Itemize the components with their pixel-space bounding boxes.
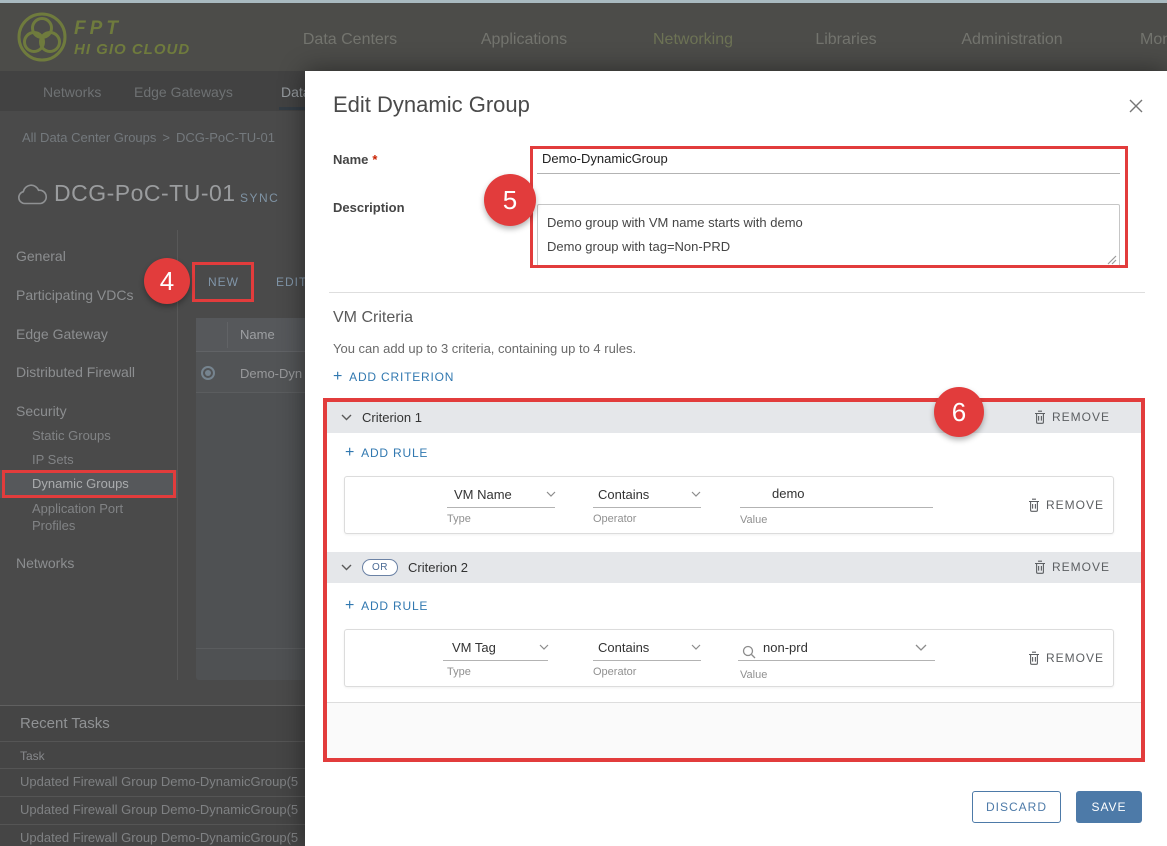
add-criterion-button[interactable]: + ADD CRITERION — [333, 368, 454, 385]
brand-line2: HI GIO CLOUD — [74, 41, 190, 58]
edit-button[interactable]: EDIT — [276, 275, 307, 289]
row-radio-button[interactable] — [201, 366, 215, 380]
sidebar-item-edge-gateway[interactable]: Edge Gateway — [16, 326, 108, 342]
nav-item-applications[interactable]: Applications — [481, 31, 567, 49]
breadcrumb-current: DCG-PoC-TU-01 — [176, 130, 275, 145]
sync-button[interactable]: SYNC — [240, 191, 279, 205]
annotation-circle-6: 6 — [934, 387, 984, 437]
nav-item-networking[interactable]: Networking — [653, 31, 733, 49]
annotation-box-criteria — [323, 398, 1145, 762]
vm-criteria-subtitle: You can add up to 3 criteria, containing… — [333, 341, 637, 356]
breadcrumb: All Data Center Groups > DCG-PoC-TU-01 — [22, 130, 281, 145]
name-field-label: Name * — [333, 152, 378, 167]
required-marker: * — [372, 152, 378, 167]
save-button[interactable]: SAVE — [1076, 791, 1142, 823]
annotation-circle-5: 5 — [484, 174, 536, 226]
table-column-divider — [227, 322, 228, 348]
sidebar-item-general[interactable]: General — [16, 248, 66, 264]
brand-line1: FPT — [74, 18, 122, 39]
discard-button[interactable]: DISCARD — [972, 791, 1061, 823]
sidebar-item-static-groups[interactable]: Static Groups — [32, 428, 111, 443]
sidebar-item-networks[interactable]: Networks — [16, 555, 74, 571]
sidebar-item-ip-sets[interactable]: IP Sets — [32, 452, 74, 467]
close-icon[interactable] — [1126, 96, 1146, 116]
tasks-column-header: Task — [20, 749, 45, 763]
section-divider — [329, 292, 1145, 293]
modal-title: Edit Dynamic Group — [333, 92, 530, 117]
tab-edge-gateways[interactable]: Edge Gateways — [134, 84, 233, 100]
annotation-box-name-description — [530, 146, 1128, 268]
description-field-label: Description — [333, 200, 405, 215]
breadcrumb-root-link[interactable]: All Data Center Groups — [22, 130, 156, 145]
sidebar-item-application-port-profiles[interactable]: Application Port Profiles — [32, 500, 164, 534]
nav-item-administration[interactable]: Administration — [961, 31, 1062, 49]
nav-item-libraries[interactable]: Libraries — [815, 31, 876, 49]
plus-icon: + — [333, 368, 344, 385]
sidebar-item-security[interactable]: Security — [16, 403, 67, 419]
column-header-name: Name — [240, 327, 275, 342]
annotation-box-new — [192, 262, 254, 302]
fpt-hi-gio-cloud-logo: FPT HI GIO CLOUD — [14, 10, 224, 64]
radio-dot-icon — [205, 370, 211, 376]
annotation-box-dynamic-groups — [2, 470, 176, 498]
annotation-circle-4: 4 — [144, 258, 190, 304]
nav-item-monitor[interactable]: Monitor — [1140, 31, 1167, 49]
app-window: FPT HI GIO CLOUD Data Centers Applicatio… — [0, 0, 1167, 846]
page-title: DCG-PoC-TU-01 — [54, 180, 236, 206]
task-row: Updated Firewall Group Demo-DynamicGroup… — [20, 774, 299, 789]
vm-criteria-title: VM Criteria — [333, 309, 414, 326]
task-row: Updated Firewall Group Demo-DynamicGroup… — [20, 830, 299, 845]
breadcrumb-separator: > — [162, 130, 170, 145]
nav-item-data-centers[interactable]: Data Centers — [303, 31, 397, 49]
recent-tasks-title: Recent Tasks — [20, 715, 110, 732]
cloud-group-icon — [16, 184, 48, 206]
task-row: Updated Firewall Group Demo-DynamicGroup… — [20, 802, 299, 817]
sidebar-item-participating-vdcs[interactable]: Participating VDCs — [16, 287, 134, 303]
row-name-cell: Demo-Dyn — [240, 366, 303, 381]
sidebar-item-distributed-firewall[interactable]: Distributed Firewall — [16, 364, 135, 380]
tab-networks[interactable]: Networks — [43, 84, 101, 100]
